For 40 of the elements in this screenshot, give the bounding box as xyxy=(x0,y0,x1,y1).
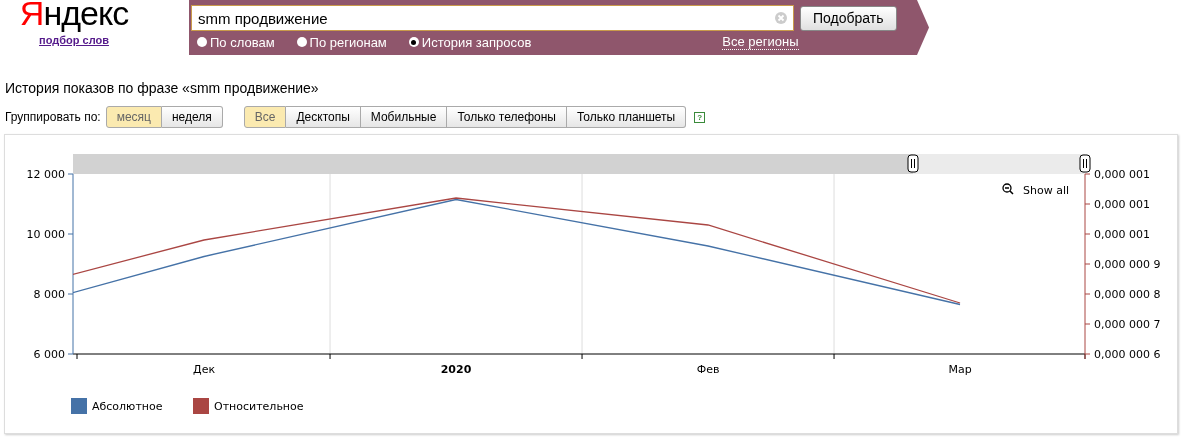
legend-label[interactable]: Относительное xyxy=(214,400,304,413)
axis-label: 0,000 001 xyxy=(1094,198,1150,211)
region-link[interactable]: Все регионы xyxy=(722,34,799,50)
search-button[interactable]: Подобрать xyxy=(800,5,897,31)
axis-label: 10 000 xyxy=(26,228,65,241)
navigator-handle[interactable] xyxy=(907,154,919,173)
axis-label: Дек xyxy=(193,363,216,376)
mode-radio[interactable]: История запросов xyxy=(402,34,532,50)
axis-label: 2020 xyxy=(440,363,472,376)
axis-label: 0,000 001 xyxy=(1094,228,1150,241)
axis-label: Мар xyxy=(948,363,972,376)
help-icon[interactable]: ? xyxy=(694,111,706,123)
axis-label: 8 000 xyxy=(33,288,65,301)
group-label: Группировать по: xyxy=(5,110,101,124)
legend-label[interactable]: Абсолютное xyxy=(92,400,163,413)
mode-radio[interactable]: По словам xyxy=(191,34,275,50)
group-toggle[interactable]: неделя xyxy=(161,106,223,128)
page-title: История показов по фразе «smm продвижение» xyxy=(5,80,320,96)
word-selection-link[interactable]: подбор слов xyxy=(39,34,109,46)
axis-label: 0,000 001 xyxy=(1094,168,1150,181)
search-field[interactable]: smm продвижение xyxy=(191,5,794,31)
device-toggle[interactable]: Мобильные xyxy=(360,106,448,128)
navigator-handle[interactable] xyxy=(1079,154,1091,173)
legend-swatch xyxy=(71,398,87,414)
zoom-out-icon[interactable] xyxy=(1002,183,1014,195)
axis-label: 12 000 xyxy=(26,168,65,181)
axis-label: 0,000 000 8 xyxy=(1094,288,1161,301)
device-toggle[interactable]: Все xyxy=(243,106,287,128)
mode-radio[interactable]: По регионам xyxy=(290,34,387,50)
axis-label: 0,000 000 9 xyxy=(1094,258,1161,271)
show-all-button[interactable]: Show all xyxy=(1023,184,1070,197)
axis-label: 6 000 xyxy=(33,348,65,361)
device-toggle[interactable]: Десктопы xyxy=(286,106,361,128)
device-toggle[interactable]: Только телефоны xyxy=(447,106,567,128)
device-toggle[interactable]: Только планшеты xyxy=(566,106,687,128)
axis-label: 0,000 000 6 xyxy=(1094,348,1161,361)
legend-swatch xyxy=(193,398,209,414)
axis-label: 0,000 000 7 xyxy=(1094,318,1161,331)
axis-label: Фев xyxy=(696,363,720,376)
group-toggle[interactable]: месяц xyxy=(105,106,162,128)
